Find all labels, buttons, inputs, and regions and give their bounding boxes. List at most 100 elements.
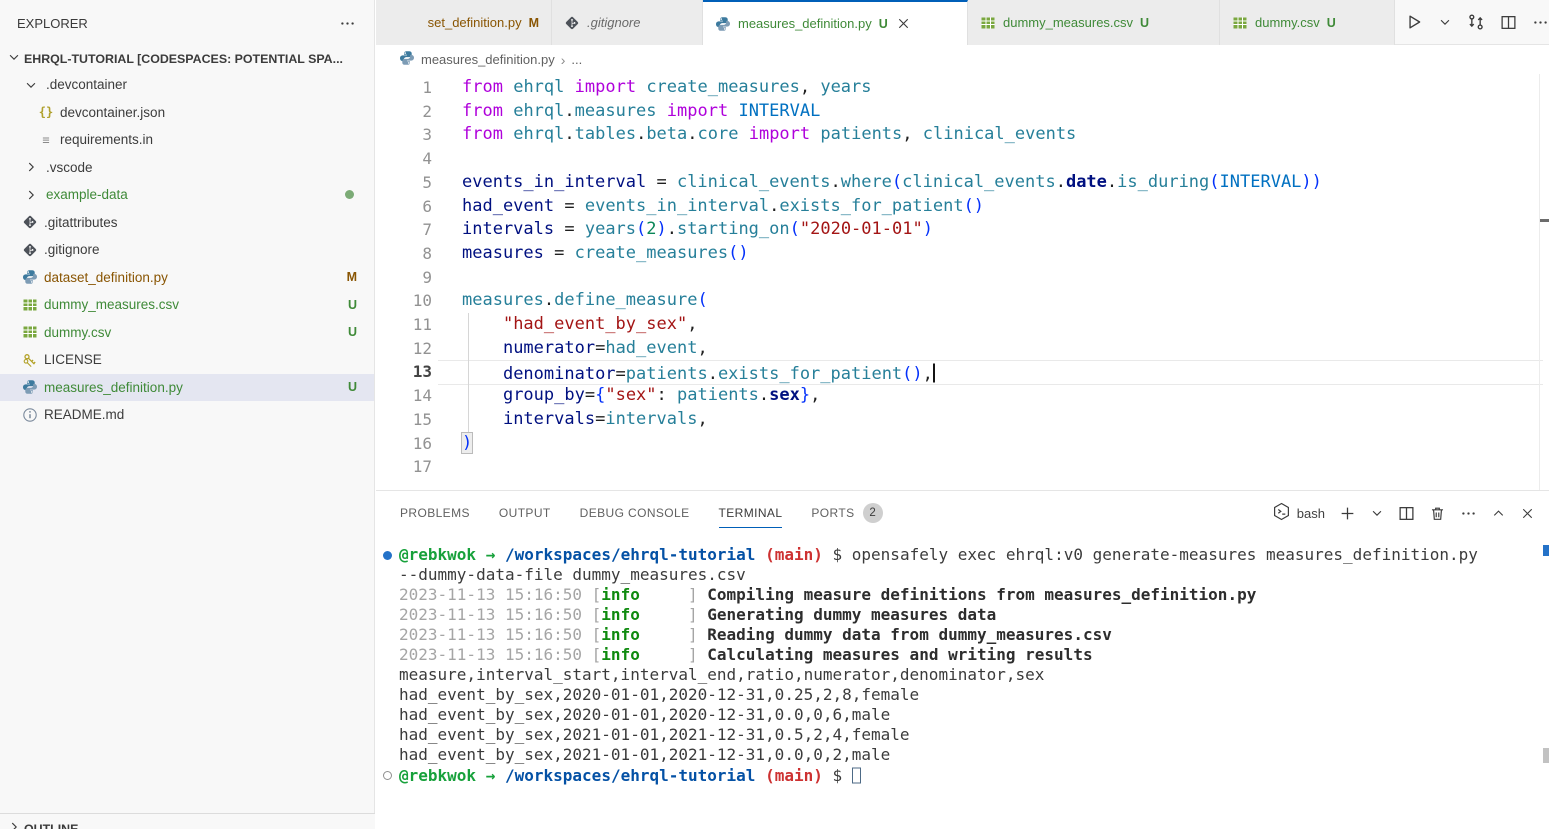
panel-tab-output[interactable]: OUTPUT — [499, 491, 551, 535]
panel-tab-label: OUTPUT — [499, 506, 551, 520]
shell-label: bash — [1297, 506, 1325, 521]
chevron-right-icon: › — [561, 52, 566, 68]
tree-item-requirements-in[interactable]: ≡requirements.in — [0, 126, 374, 154]
close-panel-button[interactable] — [1520, 506, 1535, 521]
tree-item-dummy-measures-csv[interactable]: dummy_measures.csvU — [0, 291, 374, 319]
file-label: README.md — [44, 407, 124, 422]
panel-more-button[interactable] — [1460, 505, 1477, 522]
csv-icon — [980, 15, 996, 31]
panel-tab-label: TERMINAL — [719, 506, 783, 520]
terminal-line: had_event_by_sex,2021-01-01,2021-12-31,0… — [376, 725, 1549, 745]
code-editor[interactable]: 1from ehrql import create_measures, year… — [376, 74, 1549, 490]
tab-dummy-measures-csv[interactable]: dummy_measures.csvU — [968, 0, 1220, 45]
more-actions-button[interactable] — [1532, 14, 1549, 31]
terminal-scroll-mark-gray — [1543, 748, 1549, 763]
tree-item-devcontainer[interactable]: .devcontainer — [0, 71, 374, 99]
maximize-panel-button[interactable] — [1491, 506, 1506, 521]
python-icon — [715, 16, 731, 32]
workspace-root-item[interactable]: EHRQL-TUTORIAL [CODESPACES: POTENTIAL SP… — [0, 46, 374, 71]
tree-item-dataset-definition-py[interactable]: dataset_definition.pyM — [0, 264, 374, 292]
chevron-down-icon — [1438, 15, 1452, 29]
command-decoration-filled[interactable] — [383, 551, 392, 560]
line-number: 12 — [376, 337, 432, 361]
tree-item-devcontainer-json[interactable]: {} devcontainer.json — [0, 99, 374, 127]
more-icon — [1460, 505, 1477, 522]
tab-dummy-csv[interactable]: dummy.csvU — [1220, 0, 1395, 45]
key-icon — [22, 352, 38, 368]
git-status-badge: U — [348, 325, 357, 339]
json-icon: {} — [39, 104, 53, 120]
explorer-more-button[interactable] — [339, 15, 356, 32]
split-terminal-button[interactable] — [1398, 505, 1415, 522]
tab-measures-definition-py[interactable]: measures_definition.py U — [703, 0, 968, 46]
terminal-line: @rebkwok → /workspaces/ehrql-tutorial (m… — [376, 545, 1549, 565]
terminal[interactable]: @rebkwok → /workspaces/ehrql-tutorial (m… — [376, 535, 1549, 829]
tree-item-readme-md[interactable]: README.md — [0, 401, 374, 429]
panel-tab-ports[interactable]: PORTS2 — [811, 491, 882, 535]
tree-item-dummy-csv[interactable]: dummy.csvU — [0, 319, 374, 347]
list-icon: ≡ — [42, 132, 49, 148]
code-line-3: 3from ehrql.tables.beta.core import pati… — [376, 123, 1549, 147]
more-icon — [1532, 14, 1549, 31]
line-number: 8 — [376, 242, 432, 266]
file-label: .devcontainer — [46, 77, 127, 92]
file-label: .gitignore — [44, 242, 100, 257]
tab-set-definition-py[interactable]: set_definition.pyM — [376, 0, 552, 45]
code-line-15: 15 intervals=intervals, — [376, 408, 1549, 432]
file-label: example-data — [46, 187, 128, 202]
panel-tab-problems[interactable]: PROBLEMS — [400, 491, 470, 535]
breadcrumb[interactable]: measures_definition.py › ... — [376, 45, 1549, 74]
python-icon — [22, 269, 38, 285]
line-number: 2 — [376, 100, 432, 124]
new-terminal-button[interactable] — [1339, 505, 1356, 522]
panel-tab-debug-console[interactable]: DEBUG CONSOLE — [580, 491, 690, 535]
kill-terminal-button[interactable] — [1429, 505, 1446, 522]
panel-tab-label: PROBLEMS — [400, 506, 470, 520]
tree-item-example-data[interactable]: example-data — [0, 181, 374, 209]
tree-item-vscode[interactable]: .vscode — [0, 154, 374, 182]
csv-icon — [22, 297, 38, 313]
open-changes-icon — [1467, 13, 1485, 31]
terminal-shell-selector[interactable]: bash — [1272, 502, 1325, 524]
split-editor-button[interactable] — [1500, 14, 1517, 31]
run-button[interactable] — [1405, 13, 1423, 31]
code-line-1: 1from ehrql import create_measures, year… — [376, 76, 1549, 100]
git-status-badge: U — [348, 380, 357, 394]
run-dropdown[interactable] — [1438, 15, 1452, 29]
panel-tab-terminal[interactable]: TERMINAL — [719, 491, 783, 535]
line-number: 10 — [376, 289, 432, 313]
git-status-badge: U — [1140, 16, 1149, 30]
file-label: devcontainer.json — [60, 105, 165, 120]
command-decoration-hollow[interactable] — [383, 771, 392, 780]
code-line-10: 10measures.define_measure( — [376, 289, 1549, 313]
panel-actions: bash — [1272, 502, 1535, 524]
open-changes-button[interactable] — [1467, 13, 1485, 31]
editor-cursor — [933, 364, 935, 383]
panel-tab-label: DEBUG CONSOLE — [580, 506, 690, 520]
terminal-line: measure,interval_start,interval_end,rati… — [376, 665, 1549, 685]
code-line-7: 7intervals = years(2).starting_on("2020-… — [376, 218, 1549, 242]
tree-item-gitattributes[interactable]: .gitattributes — [0, 209, 374, 237]
terminal-profile-dropdown[interactable] — [1370, 506, 1384, 520]
terminal-scroll-mark-blue — [1543, 545, 1549, 556]
bash-terminal-icon — [1272, 502, 1291, 521]
outline-section-header[interactable]: OUTLINE — [0, 813, 375, 829]
tab-label: measures_definition.py — [738, 16, 872, 31]
tab-gitignore[interactable]: .gitignore — [552, 0, 703, 45]
terminal-line: 2023-11-13 15:16:50 [info ] Compiling me… — [376, 585, 1549, 605]
code-line-9: 9 — [376, 266, 1549, 290]
python-icon — [22, 379, 38, 395]
tab-close-button[interactable] — [896, 16, 911, 31]
bash-terminal-icon — [1272, 502, 1291, 524]
terminal-line: had_event_by_sex,2020-01-01,2020-12-31,0… — [376, 685, 1549, 705]
git-status-badge: U — [879, 17, 888, 31]
breadcrumb-more[interactable]: ... — [571, 52, 582, 67]
close-icon — [896, 16, 911, 31]
terminal-cursor — [852, 768, 861, 784]
tree-item-measures-definition-py[interactable]: measures_definition.pyU — [0, 374, 374, 402]
tree-item-gitignore[interactable]: .gitignore — [0, 236, 374, 264]
tree-item-license[interactable]: LICENSE — [0, 346, 374, 374]
terminal-line: had_event_by_sex,2020-01-01,2020-12-31,0… — [376, 705, 1549, 725]
chevron-down-icon — [24, 78, 38, 92]
terminal-line: --dummy-data-file dummy_measures.csv — [376, 565, 1549, 585]
